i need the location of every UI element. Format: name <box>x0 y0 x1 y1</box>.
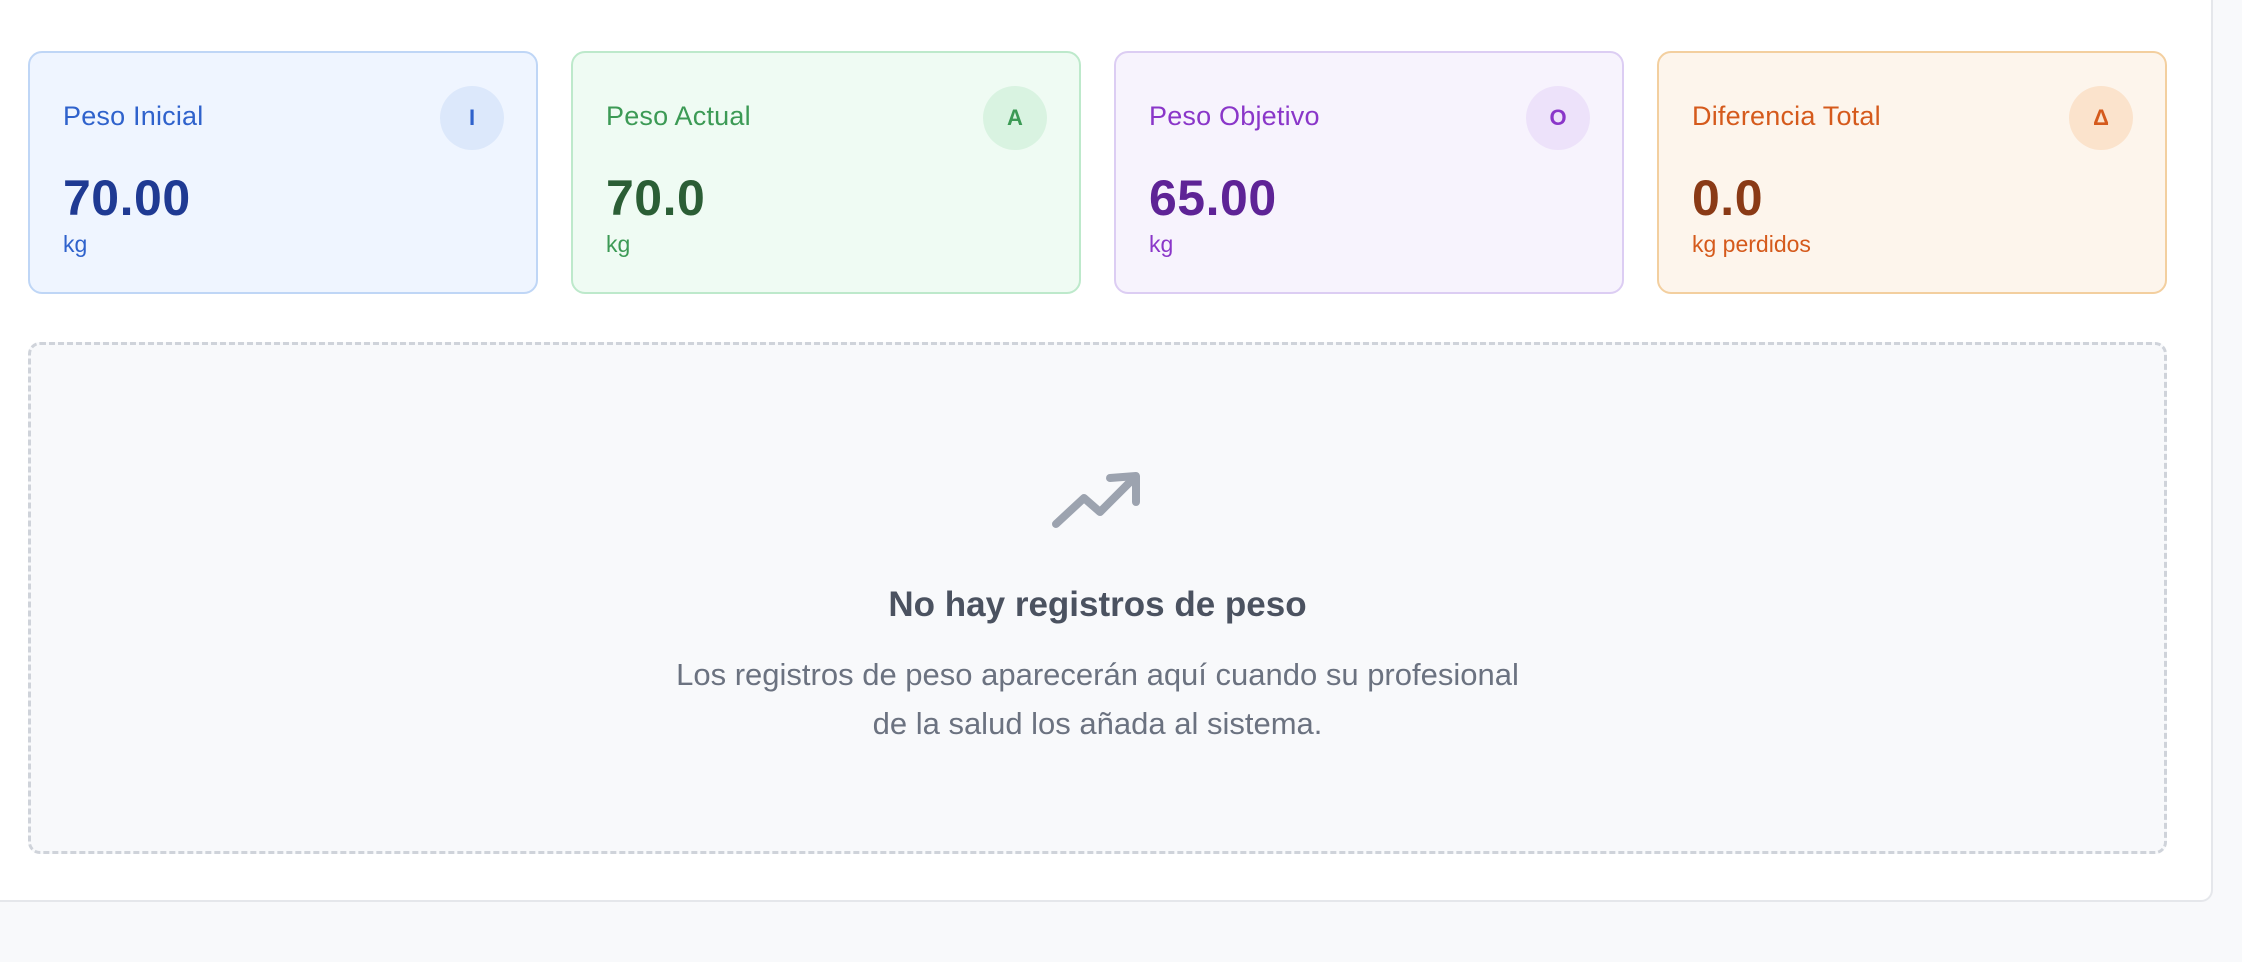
card-value: 0.0 <box>1692 170 1764 226</box>
card-title: Diferencia Total <box>1692 101 1881 131</box>
card-title: Peso Actual <box>606 101 751 131</box>
empty-weight-records: No hay registros de peso Los registros d… <box>28 342 2167 854</box>
card-value: 70.0 <box>606 170 706 226</box>
initial-badge-icon: I <box>440 86 504 150</box>
empty-description-line: de la salud los añada al sistema. <box>872 706 1323 741</box>
card-unit: kg <box>1149 231 1174 257</box>
empty-description-line: Los registros de peso aparecerán aquí cu… <box>676 657 1519 692</box>
weight-panel: Peso Inicial I 70.00 kg Peso Actual A 70… <box>0 0 2213 902</box>
current-weight-card: Peso Actual A 70.0 kg <box>571 51 1081 294</box>
trending-up-icon <box>1051 472 1140 528</box>
target-badge-icon: O <box>1526 86 1590 150</box>
card-unit: kg perdidos <box>1692 231 1811 257</box>
card-title: Peso Objetivo <box>1149 101 1320 131</box>
target-weight-card: Peso Objetivo O 65.00 kg <box>1114 51 1624 294</box>
delta-badge-icon: Δ <box>2069 86 2133 150</box>
empty-description: Los registros de peso aparecerán aquí cu… <box>31 650 2164 748</box>
card-title: Peso Inicial <box>63 101 204 131</box>
initial-weight-card: Peso Inicial I 70.00 kg <box>28 51 538 294</box>
card-unit: kg <box>606 231 631 257</box>
weight-summary-cards: Peso Inicial I 70.00 kg Peso Actual A 70… <box>28 51 2167 294</box>
card-value: 65.00 <box>1149 170 1277 226</box>
empty-heading: No hay registros de peso <box>888 585 1307 624</box>
card-unit: kg <box>63 231 88 257</box>
total-difference-card: Diferencia Total Δ 0.0 kg perdidos <box>1657 51 2167 294</box>
card-value: 70.00 <box>63 170 191 226</box>
current-badge-icon: A <box>983 86 1047 150</box>
